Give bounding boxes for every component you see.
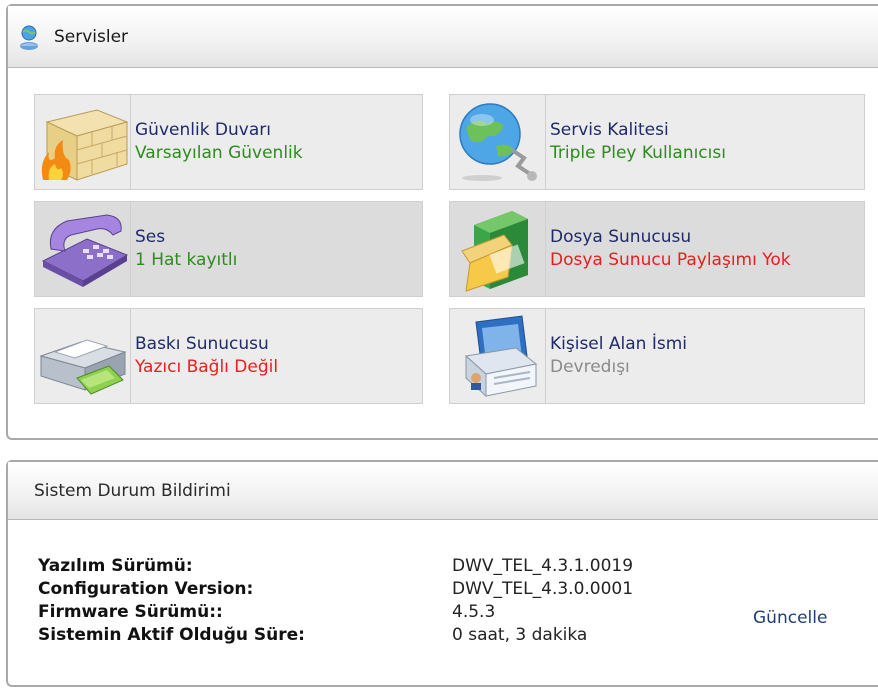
row-value: 0 saat, 3 dakika [452, 624, 588, 645]
status-row-uptime: Sistemin Aktif Olduğu Süre: 0 saat, 3 da… [38, 623, 633, 646]
services-title: Servisler [54, 26, 129, 47]
tile-personal-domain[interactable]: Kişisel Alan İsmi Devredışı [449, 308, 865, 404]
tile-voice[interactable]: Ses 1 Hat kayıtlı [34, 201, 423, 297]
status-row-software: Yazılım Sürümü: DWV_TEL_4.3.1.0019 [38, 554, 633, 577]
status-title: Sistem Durum Bildirimi [34, 480, 231, 501]
status-row-firmware: Firmware Sürümü:: 4.5.3 [38, 600, 633, 623]
row-value: DWV_TEL_4.3.1.0019 [452, 555, 634, 576]
tile-title: Servis Kalitesi [550, 120, 669, 140]
tile-file-server[interactable]: Dosya Sunucusu Dosya Sunucu Paylaşımı Yo… [449, 201, 865, 297]
row-label: Yazılım Sürümü: [38, 555, 193, 576]
printer-icon [38, 339, 127, 395]
tile-status: Dosya Sunucu Paylaşımı Yok [550, 250, 791, 270]
tile-status: 1 Hat kayıtlı [135, 250, 238, 270]
tile-firewall[interactable]: Güvenlik Duvarı Varsayılan Güvenlik [34, 94, 423, 190]
row-label: Firmware Sürümü:: [38, 601, 223, 622]
update-firmware-link[interactable]: Güncelle [753, 608, 827, 628]
telephone-icon [41, 214, 128, 287]
firewall-icon [41, 109, 129, 181]
folder-icon [460, 211, 528, 292]
tile-title: Dosya Sunucusu [550, 227, 692, 247]
services-panel: Servisler Güvenlik Duvarı Varsayılan Güv… [6, 4, 878, 440]
row-value: 4.5.3 [452, 601, 496, 622]
status-row-config: Configuration Version: DWV_TEL_4.3.0.000… [38, 577, 633, 600]
services-header: Servisler [8, 6, 878, 68]
tile-title: Kişisel Alan İsmi [550, 334, 687, 354]
globe-network-icon [458, 103, 537, 181]
system-status-panel: Sistem Durum Bildirimi Yazılım Sürümü: D… [6, 460, 878, 687]
tile-status: Varsayılan Güvenlik [135, 143, 303, 163]
tile-status: Devredışı [550, 357, 630, 377]
tile-print-server[interactable]: Baskı Sunucusu Yazıcı Bağlı Değil [34, 308, 423, 404]
tile-status: Triple Pley Kullanıcısı [550, 143, 726, 163]
row-label: Sistemin Aktif Olduğu Süre: [38, 624, 305, 645]
row-value: DWV_TEL_4.3.0.0001 [452, 578, 634, 599]
tile-status: Yazıcı Bağlı Değil [135, 357, 279, 377]
tile-title: Güvenlik Duvarı [135, 120, 271, 140]
status-info: Yazılım Sürümü: DWV_TEL_4.3.1.0019 Confi… [38, 554, 633, 646]
id-card-icon [464, 315, 537, 398]
tile-title: Baskı Sunucusu [135, 334, 269, 354]
status-header: Sistem Durum Bildirimi [8, 462, 878, 520]
user-globe-icon [20, 25, 38, 50]
tile-qos[interactable]: Servis Kalitesi Triple Pley Kullanıcısı [449, 94, 865, 190]
tile-title: Ses [135, 227, 166, 247]
row-label: Configuration Version: [38, 578, 254, 599]
